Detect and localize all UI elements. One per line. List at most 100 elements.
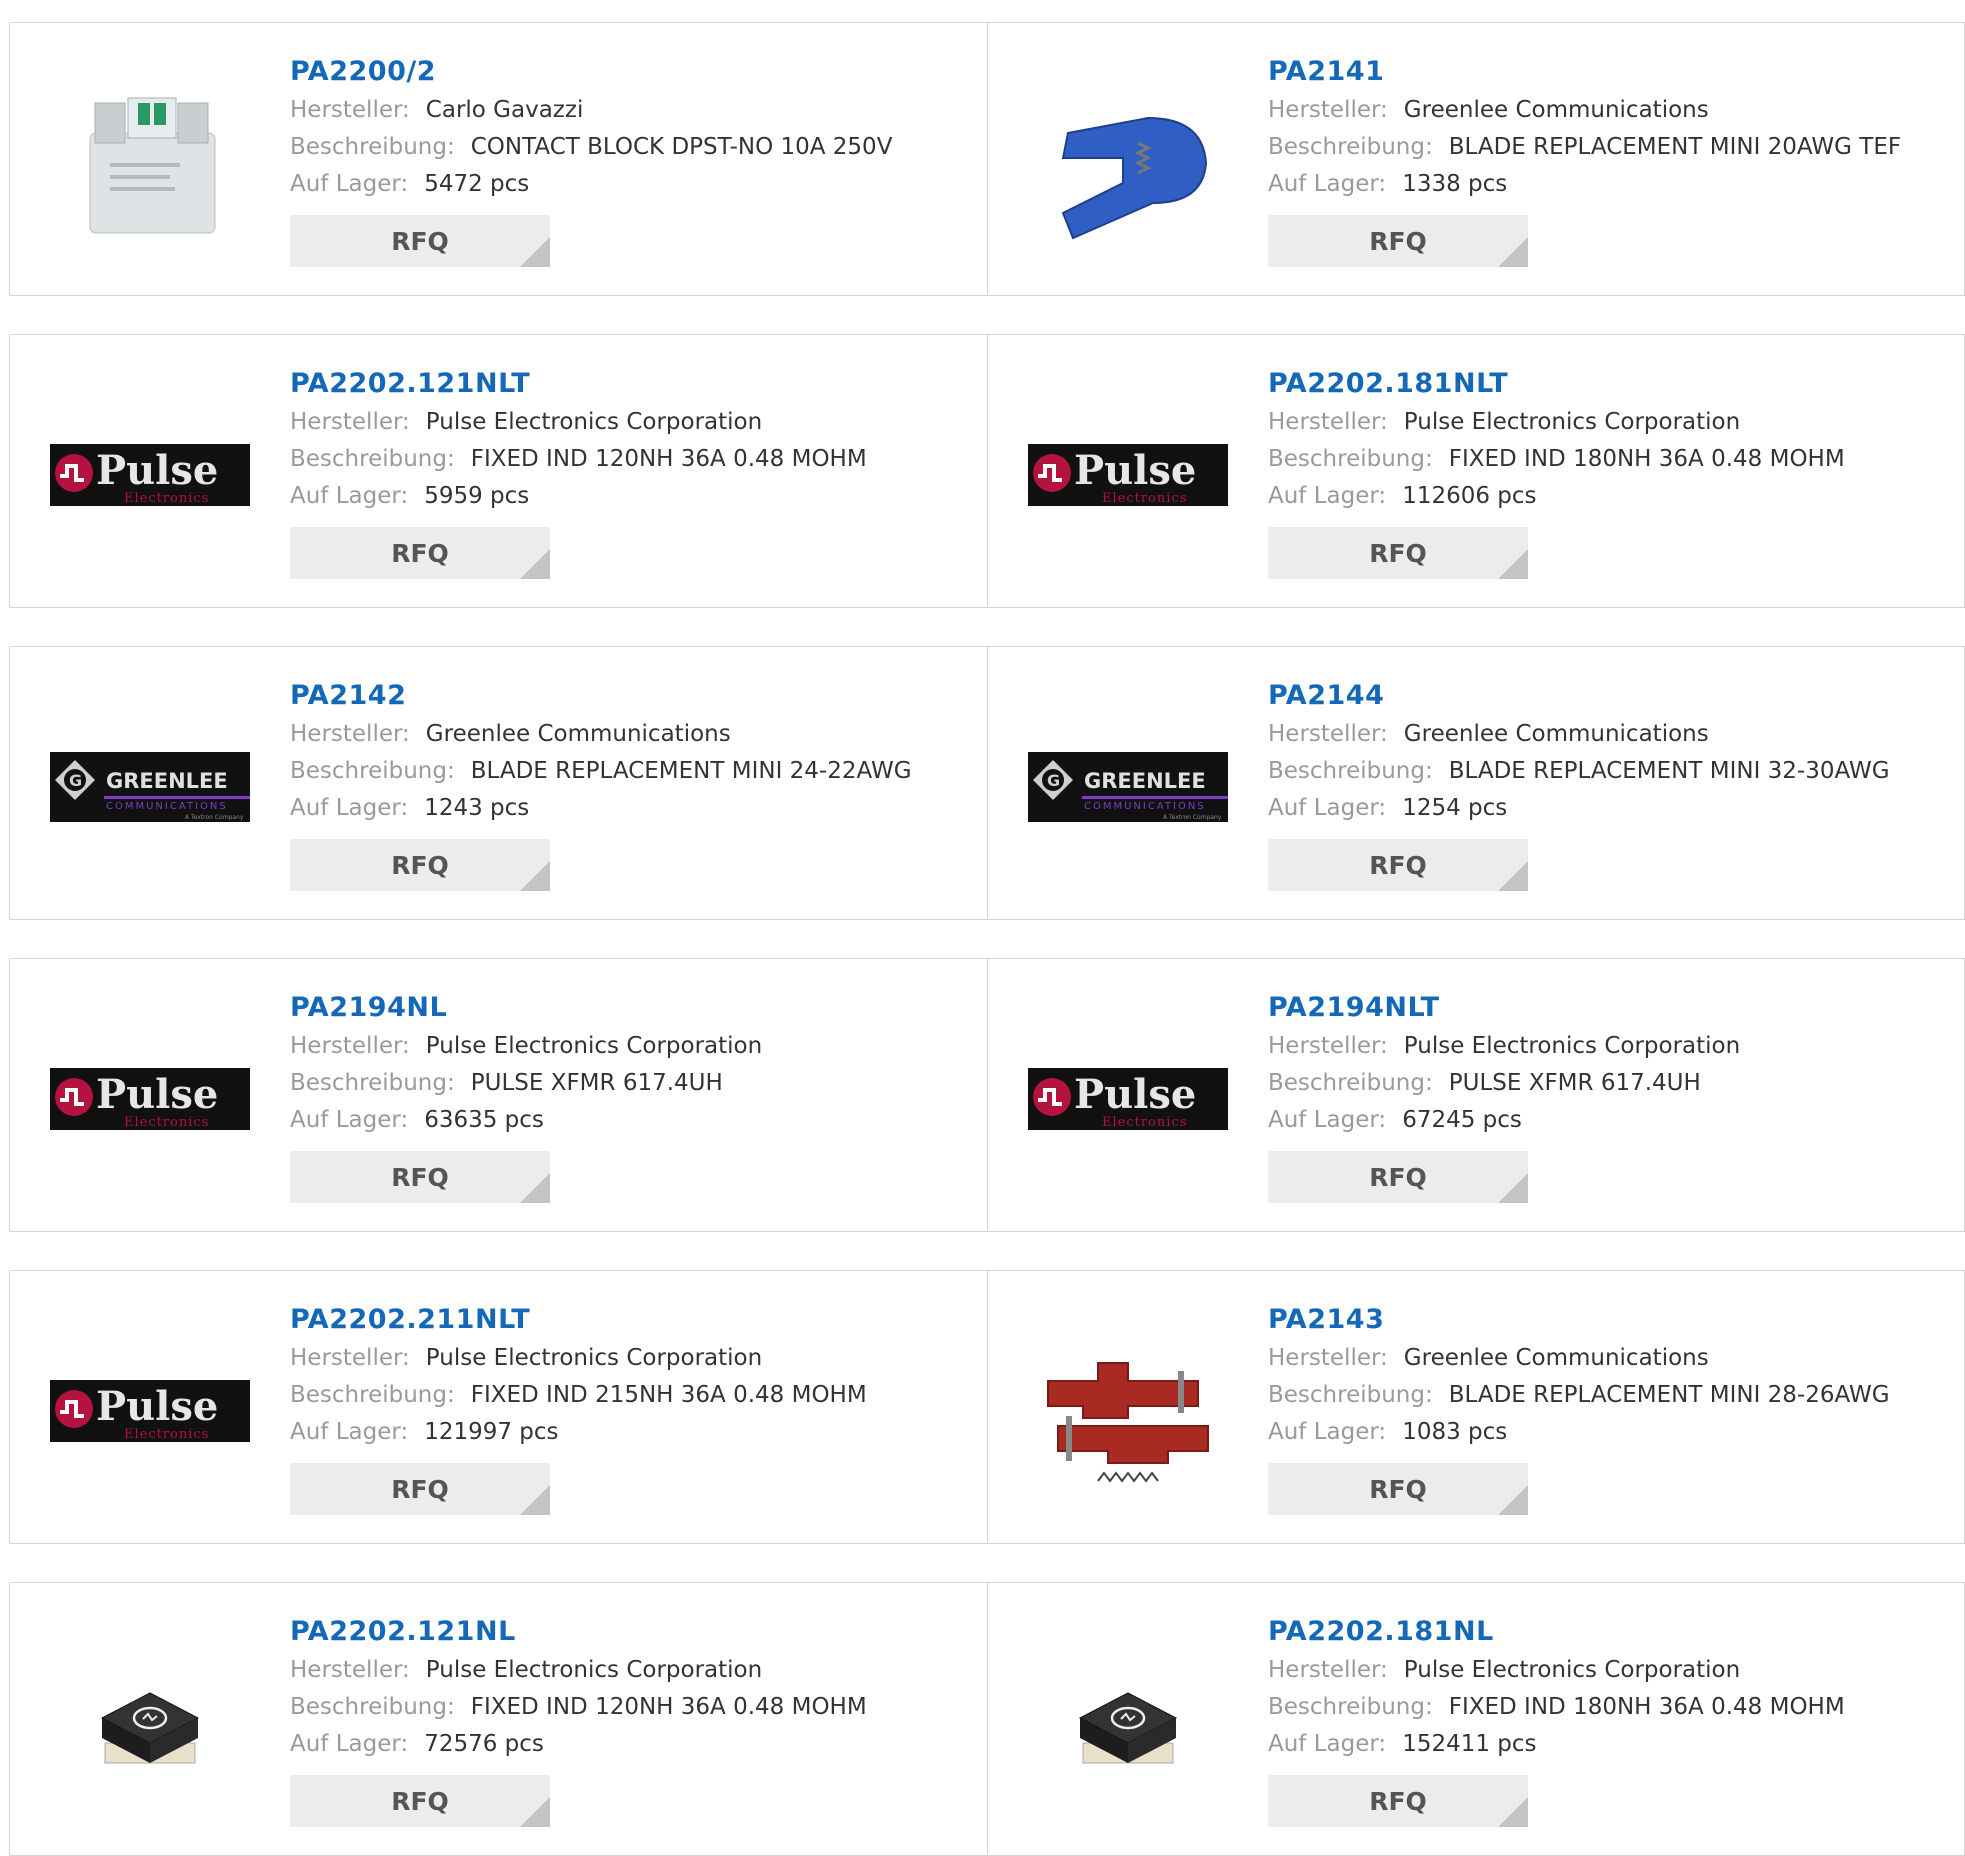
product-image[interactable]: Pulse Electronics bbox=[50, 375, 250, 575]
description-label: Beschreibung: bbox=[290, 1694, 455, 1720]
description-label: Beschreibung: bbox=[1268, 134, 1433, 160]
product-row: Pulse Electronics PA2194NL Hersteller: Pu… bbox=[9, 958, 1965, 1232]
manufacturer-label: Hersteller: bbox=[1268, 1033, 1388, 1059]
rfq-button[interactable]: RFQ bbox=[1268, 1463, 1528, 1515]
product-image[interactable] bbox=[50, 1623, 250, 1823]
greenlee-logo: G GREENLEE COMMUNICATIONS A Textron Comp… bbox=[1028, 752, 1228, 822]
corner-decoration bbox=[1498, 1173, 1528, 1203]
rfq-button[interactable]: RFQ bbox=[1268, 839, 1528, 891]
stock-label: Auf Lager: bbox=[1268, 483, 1387, 509]
rfq-button[interactable]: RFQ bbox=[290, 1775, 550, 1827]
stock-label: Auf Lager: bbox=[290, 483, 409, 509]
product-row: Pulse Electronics PA2202.121NLT Herstell… bbox=[9, 334, 1965, 608]
part-number-link[interactable]: PA2142 bbox=[290, 676, 977, 716]
description-label: Beschreibung: bbox=[290, 1070, 455, 1096]
corner-decoration bbox=[1498, 1485, 1528, 1515]
product-image[interactable]: G GREENLEE COMMUNICATIONS A Textron Comp… bbox=[1028, 687, 1228, 887]
part-number-link[interactable]: PA2194NL bbox=[290, 988, 977, 1028]
part-number-link[interactable]: PA2202.211NLT bbox=[290, 1300, 977, 1340]
svg-text:Electronics: Electronics bbox=[124, 1427, 209, 1442]
rfq-label: RFQ bbox=[391, 226, 449, 256]
rfq-button[interactable]: RFQ bbox=[290, 1151, 550, 1203]
product-image[interactable]: Pulse Electronics bbox=[50, 1311, 250, 1511]
stock-value: 72576 pcs bbox=[424, 1731, 544, 1757]
corner-decoration bbox=[1498, 1797, 1528, 1827]
svg-text:G: G bbox=[1047, 771, 1060, 790]
manufacturer-value: Pulse Electronics Corporation bbox=[1403, 1657, 1741, 1683]
product-image[interactable]: Pulse Electronics bbox=[1028, 999, 1228, 1199]
rfq-label: RFQ bbox=[1369, 226, 1427, 256]
corner-decoration bbox=[1498, 861, 1528, 891]
manufacturer-label: Hersteller: bbox=[1268, 1657, 1388, 1683]
description-value: FIXED IND 120NH 36A 0.48 MOHM bbox=[470, 446, 867, 472]
pulse-logo: Pulse Electronics bbox=[50, 444, 250, 506]
manufacturer-label: Hersteller: bbox=[290, 1657, 410, 1683]
rfq-label: RFQ bbox=[391, 1474, 449, 1504]
manufacturer-value: Pulse Electronics Corporation bbox=[425, 1345, 763, 1371]
stock-value: 63635 pcs bbox=[424, 1107, 544, 1133]
rfq-button[interactable]: RFQ bbox=[290, 215, 550, 267]
part-number-link[interactable]: PA2200/2 bbox=[290, 52, 977, 92]
rfq-button[interactable]: RFQ bbox=[1268, 527, 1528, 579]
rfq-button[interactable]: RFQ bbox=[1268, 1151, 1528, 1203]
rfq-button[interactable]: RFQ bbox=[290, 1463, 550, 1515]
manufacturer-label: Hersteller: bbox=[1268, 721, 1388, 747]
rfq-button[interactable]: RFQ bbox=[290, 527, 550, 579]
product-image[interactable] bbox=[1028, 1623, 1228, 1823]
stock-value: 1254 pcs bbox=[1402, 795, 1508, 821]
rfq-button[interactable]: RFQ bbox=[1268, 215, 1528, 267]
rfq-button[interactable]: RFQ bbox=[1268, 1775, 1528, 1827]
product-row: PA2202.121NL Hersteller: Pulse Electronic… bbox=[9, 1582, 1965, 1856]
manufacturer-value: Pulse Electronics Corporation bbox=[425, 1657, 763, 1683]
part-number-link[interactable]: PA2144 bbox=[1268, 676, 1954, 716]
corner-decoration bbox=[520, 1173, 550, 1203]
product-list: PA2200/2 Hersteller: Carlo Gavazzi Beschr… bbox=[0, 0, 1965, 1856]
rfq-label: RFQ bbox=[391, 1786, 449, 1816]
description-value: FIXED IND 215NH 36A 0.48 MOHM bbox=[470, 1382, 867, 1408]
manufacturer-label: Hersteller: bbox=[1268, 1345, 1388, 1371]
svg-text:A Textron Company: A Textron Company bbox=[185, 814, 244, 821]
rfq-button[interactable]: RFQ bbox=[290, 839, 550, 891]
stock-label: Auf Lager: bbox=[1268, 1419, 1387, 1445]
stock-value: 1338 pcs bbox=[1402, 171, 1508, 197]
description-value: PULSE XFMR 617.4UH bbox=[470, 1070, 723, 1096]
product-card: Pulse Electronics PA2202.181NLT Herstell… bbox=[987, 335, 1964, 607]
part-number-link[interactable]: PA2141 bbox=[1268, 52, 1954, 92]
manufacturer-label: Hersteller: bbox=[290, 409, 410, 435]
part-number-link[interactable]: PA2202.181NL bbox=[1268, 1612, 1954, 1652]
part-number-link[interactable]: PA2202.121NL bbox=[290, 1612, 977, 1652]
product-row: PA2200/2 Hersteller: Carlo Gavazzi Beschr… bbox=[9, 22, 1965, 296]
svg-text:Pulse: Pulse bbox=[96, 447, 218, 494]
manufacturer-value: Carlo Gavazzi bbox=[425, 97, 584, 123]
description-value: FIXED IND 180NH 36A 0.48 MOHM bbox=[1448, 1694, 1845, 1720]
wire-stripper-image bbox=[1061, 116, 1208, 240]
product-image[interactable] bbox=[1028, 63, 1228, 263]
product-image[interactable]: Pulse Electronics bbox=[1028, 375, 1228, 575]
part-number-link[interactable]: PA2143 bbox=[1268, 1300, 1954, 1340]
product-image[interactable] bbox=[1028, 1311, 1228, 1511]
product-image[interactable] bbox=[50, 63, 250, 263]
contact-block-image bbox=[89, 97, 216, 234]
stock-value: 1243 pcs bbox=[424, 795, 530, 821]
stock-value: 152411 pcs bbox=[1402, 1731, 1537, 1757]
product-card: PA2202.181NL Hersteller: Pulse Electronic… bbox=[987, 1583, 1964, 1855]
corner-decoration bbox=[1498, 237, 1528, 267]
product-card: Pulse Electronics PA2194NL Hersteller: Pu… bbox=[10, 959, 987, 1231]
svg-text:GREENLEE: GREENLEE bbox=[106, 769, 228, 793]
stock-label: Auf Lager: bbox=[1268, 1731, 1387, 1757]
rfq-label: RFQ bbox=[1369, 1474, 1427, 1504]
part-number-link[interactable]: PA2202.121NLT bbox=[290, 364, 977, 404]
rfq-label: RFQ bbox=[391, 1162, 449, 1192]
stock-value: 5472 pcs bbox=[424, 171, 530, 197]
product-image[interactable]: G GREENLEE COMMUNICATIONS A Textron Comp… bbox=[50, 687, 250, 887]
part-number-link[interactable]: PA2194NLT bbox=[1268, 988, 1954, 1028]
svg-text:COMMUNICATIONS: COMMUNICATIONS bbox=[106, 801, 228, 812]
description-label: Beschreibung: bbox=[290, 1382, 455, 1408]
rfq-label: RFQ bbox=[391, 850, 449, 880]
svg-text:G: G bbox=[69, 771, 82, 790]
description-label: Beschreibung: bbox=[290, 134, 455, 160]
product-image[interactable]: Pulse Electronics bbox=[50, 999, 250, 1199]
manufacturer-label: Hersteller: bbox=[1268, 97, 1388, 123]
part-number-link[interactable]: PA2202.181NLT bbox=[1268, 364, 1954, 404]
svg-text:A Textron Company: A Textron Company bbox=[1163, 814, 1222, 821]
